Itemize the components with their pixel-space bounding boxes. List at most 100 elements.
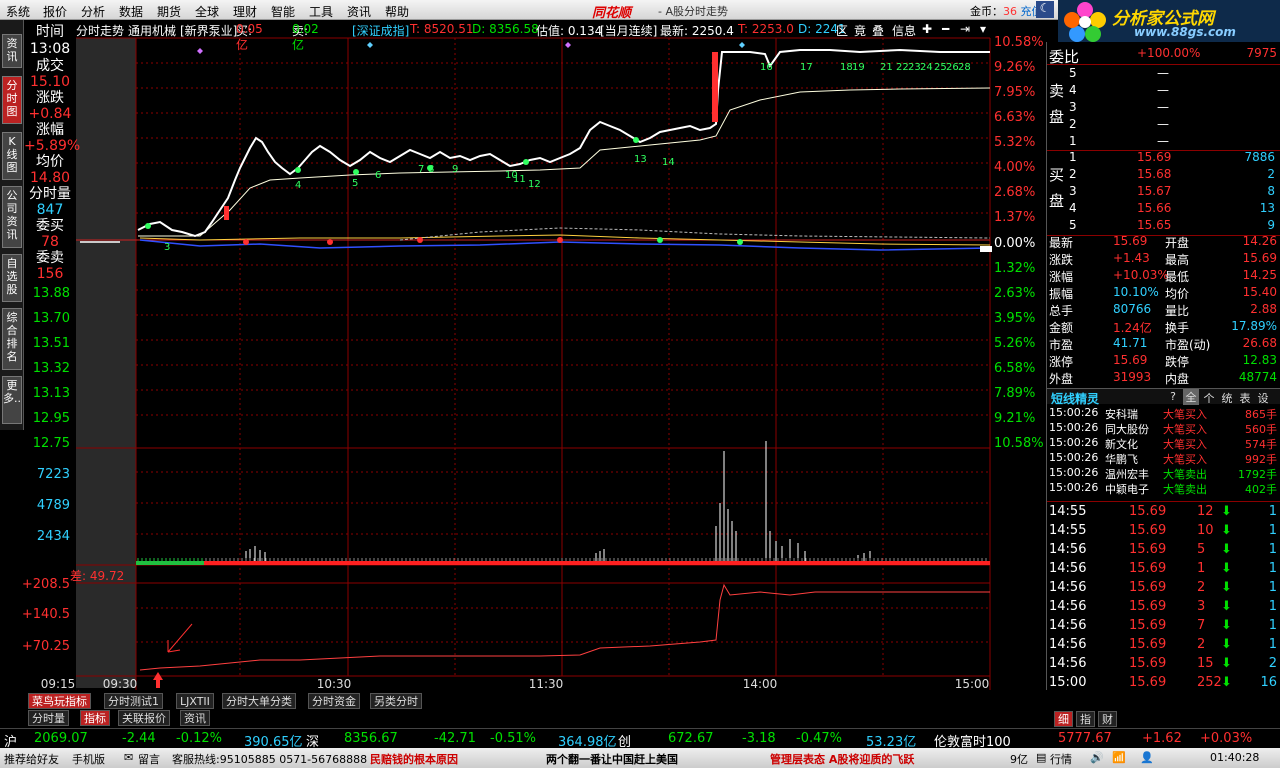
quote-row[interactable]: 外盘 31993 内盘 48774 [1047, 370, 1280, 387]
menu-tools[interactable]: 工具 [309, 3, 333, 20]
quote-row-cell: 均价 [1165, 287, 1190, 301]
tab-intraday[interactable]: 分时走势 [76, 22, 124, 39]
menu-global[interactable]: 全球 [195, 3, 219, 20]
tab-ljxtii[interactable]: LJXTII [176, 693, 214, 709]
moon-icon[interactable]: ☾ [1036, 1, 1054, 18]
news-ticker-3[interactable]: 管理层表态 A股将迎质的飞跃 [770, 751, 914, 767]
chart-icon[interactable]: ▤ [1036, 751, 1046, 764]
tab-finance[interactable]: 财 [1098, 711, 1117, 727]
compete-button[interactable]: 竟 [854, 22, 866, 39]
bid-level-cell: 5 [1069, 218, 1077, 232]
quote-row[interactable]: 涨幅 +10.03% 最低 14.25 [1047, 268, 1280, 285]
elf-single-tab[interactable]: 个 [1201, 390, 1217, 406]
tick-row[interactable]: 14:56 15.69 15 2 ⬇ [1047, 656, 1280, 673]
info-button[interactable]: 信息 [892, 22, 916, 39]
menu-smart[interactable]: 智能 [271, 3, 295, 20]
ftse-pct: +0.03% [1200, 731, 1253, 746]
intraday-chart[interactable]: 3 4 5 6 7 8 9 10 11 12 13 14 16 17 18 19… [0, 20, 1045, 692]
menu-help[interactable]: 帮助 [385, 3, 409, 20]
tab-intraday-test[interactable]: 分时测试1 [104, 693, 163, 709]
tab-intraday-volume[interactable]: 分时量 [28, 710, 69, 726]
quote-row[interactable]: 总手 80766 量比 2.88 [1047, 302, 1280, 319]
message-link[interactable]: 留言 [138, 751, 160, 767]
mobile-link[interactable]: 手机版 [72, 751, 105, 767]
menu-finance[interactable]: 理财 [233, 3, 257, 20]
quote-panel: 委比 +100.00% 7975 卖盘 买盘 短线精灵 ? 全 个 统 表 设 … [1046, 42, 1280, 690]
ask-level[interactable]: 1— [1047, 134, 1280, 151]
zone-button[interactable]: 区 [836, 22, 848, 39]
quote-row[interactable]: 振幅 10.10% 均价 15.40 [1047, 285, 1280, 302]
cy-index[interactable]: 672.67 [668, 731, 714, 746]
tab-indicator[interactable]: 指标 [80, 710, 110, 726]
dropdown-icon[interactable]: ▾ [980, 22, 986, 36]
bid-level[interactable]: 4 15.66 13 [1047, 201, 1280, 218]
tick-row[interactable]: 14:56 15.69 1 1 ⬇ [1047, 561, 1280, 578]
overlay-button[interactable]: 叠 [872, 22, 884, 39]
bid-level-cell: 8 [1267, 184, 1275, 198]
sz-index[interactable]: 8356.67 [344, 731, 398, 746]
latest-value: 最新: 2250.4 [660, 24, 734, 38]
elf-table-tab[interactable]: 表 [1237, 390, 1253, 406]
elf-settings-tab[interactable]: 设 [1255, 390, 1271, 406]
market-link[interactable]: 行情 [1050, 751, 1072, 767]
tick-cell: 1 [1268, 599, 1277, 614]
tick-row[interactable]: 14:56 15.69 2 1 ⬇ [1047, 580, 1280, 597]
tick-row[interactable]: 14:56 15.69 7 1 ⬇ [1047, 618, 1280, 635]
menu-data[interactable]: 数据 [119, 3, 143, 20]
message-icon[interactable]: ✉ [124, 751, 133, 764]
tab-big-order[interactable]: 分时大单分类 [222, 693, 296, 709]
menu-system[interactable]: 系统 [6, 3, 30, 20]
ask-level[interactable]: 5— [1047, 66, 1280, 83]
tick-row[interactable]: 14:55 15.69 12 1 ⬇ [1047, 504, 1280, 521]
tab-alt-intraday[interactable]: 另类分时 [370, 693, 422, 709]
elf-stat-tab[interactable]: 统 [1219, 390, 1235, 406]
elf-help-tab[interactable]: ? [1165, 390, 1181, 403]
pct-value: +5.89% [24, 138, 81, 154]
user-icon[interactable]: 👤 [1140, 751, 1154, 764]
quote-row[interactable]: 金额 1.24亿 换手 17.89% [1047, 319, 1280, 336]
quote-row[interactable]: 涨停 15.69 跌停 12.83 [1047, 353, 1280, 370]
news-ticker-1[interactable]: 民赔钱的根本原因 [370, 751, 458, 767]
news-ticker-2[interactable]: 两个翻一番让中国赶上美国 [546, 751, 678, 767]
app-title: 同花顺 [592, 6, 632, 21]
tab-news[interactable]: 资讯 [180, 710, 210, 726]
elf-all-tab[interactable]: 全 [1183, 389, 1199, 405]
tab-rookie-indicator[interactable]: 菜鸟玩指标 [28, 693, 91, 709]
elf-row[interactable]: 15:00:26 中颖电子 大笔卖出 402手 [1047, 481, 1280, 498]
sound-icon[interactable]: 🔊 [1090, 751, 1104, 764]
quote-row[interactable]: 涨跌 +1.43 最高 15.69 [1047, 251, 1280, 268]
ask-level[interactable]: 4— [1047, 83, 1280, 100]
menu-futures[interactable]: 期货 [157, 3, 181, 20]
tab-index[interactable]: 指 [1076, 711, 1095, 727]
ask-level[interactable]: 3— [1047, 100, 1280, 117]
bid-level[interactable]: 2 15.68 2 [1047, 167, 1280, 184]
arrow-end-icon[interactable]: ⇥ [960, 22, 970, 36]
zoom-out-icon[interactable]: ━ [942, 22, 949, 36]
quote-row[interactable]: 市盈 41.71 市盈(动) 26.68 [1047, 336, 1280, 353]
tab-related-quote[interactable]: 关联报价 [118, 710, 170, 726]
pct-tick: 1.37% [994, 210, 1035, 225]
tab-intraday-funds[interactable]: 分时资金 [308, 693, 360, 709]
tick-row[interactable]: 14:56 15.69 3 1 ⬇ [1047, 599, 1280, 616]
quote-row-cell: 市盈 [1049, 338, 1074, 352]
recommend-link[interactable]: 推荐给好友 [4, 751, 59, 767]
zoom-in-icon[interactable]: ✚ [922, 22, 932, 36]
tick-row[interactable]: 15:00 15.69 252 16 ⬇ [1047, 675, 1280, 692]
tick-row[interactable]: 14:56 15.69 5 1 ⬇ [1047, 542, 1280, 559]
bid-level[interactable]: 3 15.67 8 [1047, 184, 1280, 201]
menu-quote[interactable]: 报价 [43, 3, 67, 20]
tick-row[interactable]: 14:55 15.69 10 1 ⬇ [1047, 523, 1280, 540]
tick-cell: 15.69 [1129, 637, 1167, 652]
ask-level[interactable]: 2— [1047, 117, 1280, 134]
quote-row-cell: 外盘 [1049, 372, 1074, 386]
bid-level[interactable]: 5 15.65 9 [1047, 218, 1280, 235]
bid-level[interactable]: 1 15.69 7886 [1047, 150, 1280, 167]
sh-index[interactable]: 2069.07 [34, 731, 88, 746]
menu-news[interactable]: 资讯 [347, 3, 371, 20]
quote-row[interactable]: 最新 15.69 开盘 14.26 [1047, 234, 1280, 251]
ftse-index[interactable]: 5777.67 [1058, 731, 1112, 746]
tab-detail[interactable]: 细 [1054, 711, 1073, 727]
menu-analysis[interactable]: 分析 [81, 3, 105, 20]
tick-cell: 12 [1197, 504, 1214, 519]
tick-row[interactable]: 14:56 15.69 2 1 ⬇ [1047, 637, 1280, 654]
